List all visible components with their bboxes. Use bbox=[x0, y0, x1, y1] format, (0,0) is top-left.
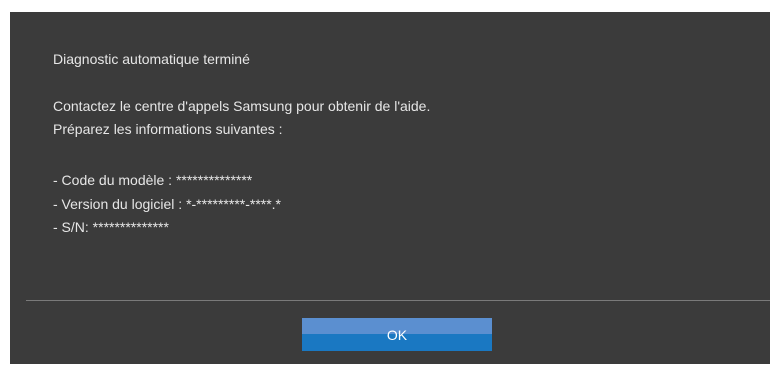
prepare-message: Préparez les informations suivantes : bbox=[53, 121, 283, 137]
ok-button-label: OK bbox=[386, 326, 408, 343]
serial-number-line: - S/N: ************** bbox=[53, 219, 169, 235]
diagnostic-dialog: Diagnostic automatique terminé Contactez… bbox=[10, 12, 770, 364]
software-version-line: - Version du logiciel : *-*********-****… bbox=[53, 196, 282, 212]
dialog-divider bbox=[26, 300, 770, 301]
contact-message: Contactez le centre d'appels Samsung pou… bbox=[53, 98, 431, 114]
dialog-title: Diagnostic automatique terminé bbox=[53, 51, 250, 67]
ok-button[interactable]: OK bbox=[302, 318, 492, 351]
model-code-line: - Code du modèle : ************** bbox=[53, 172, 253, 188]
